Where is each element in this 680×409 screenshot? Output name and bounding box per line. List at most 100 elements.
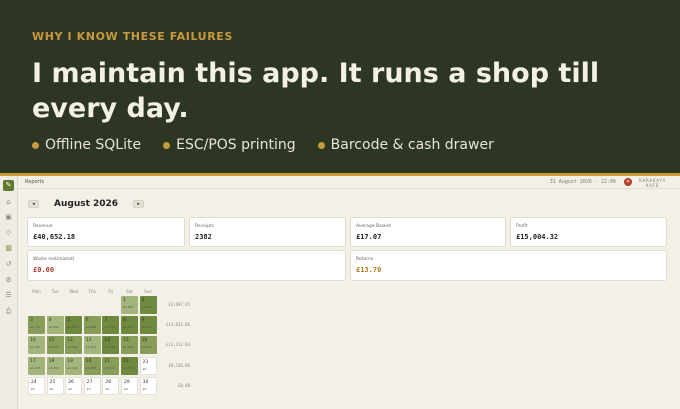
month-navigator: ◂ August 2026 ▸ [28, 199, 145, 209]
calendar-day-cell[interactable]: 1 £1,842 [121, 296, 138, 314]
next-month-button[interactable]: ▸ [133, 200, 145, 208]
tag-icon[interactable]: ◇ [4, 228, 13, 237]
day-sales: £1,244 [67, 365, 78, 370]
feature-label: ESC/POS printing [176, 137, 296, 153]
calendar-day-cell[interactable]: 13 £1,822 [83, 336, 101, 355]
month-label: August 2026 [54, 199, 119, 209]
box-icon[interactable]: ▣ [4, 213, 13, 222]
stat-label: Revenue [33, 224, 53, 229]
bullet-dot-icon [317, 141, 325, 149]
calendar-day-cell[interactable]: 14 £2,388 [102, 336, 120, 355]
day-sales: £2,388 [104, 345, 115, 350]
day-sales: £2,270 [67, 325, 78, 330]
calendar-day-cell[interactable]: 24 £0 [28, 376, 45, 395]
calendar-day-cell[interactable]: 20 £1,618 [83, 356, 101, 375]
stat-card-revenue: Revenue £40,652.18 [27, 217, 185, 247]
stat-card-average-basket: Average Basket £17.07 [350, 217, 506, 247]
sidebar: ✎ ⌂ ▣ ◇ ▥ ↺ ⚙ ☰ ⎙ [0, 176, 18, 409]
day-sales: £1,855 [141, 305, 153, 309]
calendar-day-cell[interactable]: 11 £1,902 [46, 336, 64, 355]
day-sales: £2,431 [123, 325, 134, 330]
home-icon[interactable]: ⌂ [4, 198, 13, 207]
calendar-day-cell[interactable]: 4 £1,620 [46, 316, 64, 335]
day-sales: £0 [31, 386, 35, 391]
printer-icon[interactable]: ⎙ [4, 307, 13, 316]
calendar-day-cell[interactable]: 3 £1,713 [28, 316, 45, 335]
calendar-day-cell[interactable]: 25 £0 [46, 376, 64, 395]
calendar-day-cell[interactable]: 22 £2,302 [121, 356, 138, 375]
day-number: 11 [48, 338, 55, 344]
day-sales: £1,366 [48, 365, 60, 370]
calendar-day-cell[interactable]: 18 £1,366 [46, 356, 64, 375]
stat-value: £15,004.32 [516, 233, 559, 241]
day-number: 4 [48, 318, 52, 324]
calendar-day-cell[interactable]: 27 £0 [83, 376, 101, 395]
day-number: 16 [141, 338, 148, 344]
weekday-header: Sun [144, 289, 152, 294]
calendar-day-cell[interactable]: 28 £0 [102, 376, 120, 395]
day-number: 5 [67, 318, 71, 324]
day-number: 26 [68, 379, 74, 385]
app-logo-icon[interactable]: ✎ [3, 180, 14, 191]
calendar-day-cell[interactable]: 29 £0 [121, 376, 138, 395]
calendar-day-cell[interactable]: 23 £0 [139, 356, 157, 375]
day-number: 1 [123, 298, 126, 303]
feature-label: Barcode & cash drawer [330, 137, 494, 153]
prev-month-button[interactable]: ◂ [28, 200, 39, 208]
calendar-day-cell[interactable]: 15 £1,930 [121, 336, 138, 355]
stat-label: Receipts [195, 224, 215, 229]
reports-chart-icon[interactable]: ▥ [4, 244, 13, 253]
bullet-dot-icon [163, 141, 171, 149]
week-total: £13,412.03 [165, 342, 190, 348]
calendar-day-cell[interactable]: 16 £1,777 [139, 336, 157, 355]
stat-label: Returns [356, 257, 374, 262]
stat-value: 2382 [195, 233, 212, 241]
stat-label: Average Basket [356, 224, 392, 229]
calendar-day-cell[interactable]: 5 £2,270 [65, 316, 83, 335]
calendar-day-cell[interactable]: 17 £1,495 [28, 356, 45, 375]
day-sales: £2,006 [67, 345, 78, 350]
stat-value: £13.70 [356, 266, 382, 274]
weekday-header: Thu [88, 289, 97, 294]
day-number: 24 [31, 379, 37, 385]
stat-value: £0.00 [33, 266, 55, 274]
day-sales: £1,495 [30, 365, 41, 370]
user-avatar[interactable]: ✕ [624, 178, 632, 186]
calendar-day-cell[interactable]: 2 £1,855 [139, 296, 157, 314]
feature-item: ESC/POS printing [163, 137, 296, 153]
eyebrow-label: WHY I KNOW THESE FAILURES [32, 30, 233, 43]
calendar-day-cell[interactable]: 21 £1,511 [102, 356, 120, 375]
feature-list: Offline SQLite ESC/POS printing Barcode … [32, 137, 494, 153]
calendar-day-cell[interactable]: 10 £1,587 [28, 336, 45, 355]
day-number: 10 [30, 338, 36, 344]
calendar-day-cell[interactable]: 9 £2,219 [139, 316, 157, 335]
day-number: 21 [104, 358, 111, 364]
day-number: 12 [67, 338, 73, 344]
week-total: £0.00 [177, 382, 190, 388]
day-number: 27 [86, 379, 93, 385]
day-sales: £1,618 [85, 365, 97, 370]
week-total: £3,697.41 [168, 302, 190, 307]
day-sales: £1,777 [141, 345, 153, 350]
return-icon[interactable]: ↺ [4, 260, 13, 269]
calendar-day-cell[interactable]: 12 £2,006 [65, 336, 83, 355]
stat-label: Profit [516, 224, 528, 229]
brand-logo: KARAKAYA KAFE [639, 178, 666, 188]
calendar-day-cell[interactable]: 30 £0 [139, 376, 157, 395]
settings-gear-icon[interactable]: ⚙ [4, 276, 13, 285]
day-number: 14 [104, 338, 111, 344]
calendar-day-cell[interactable]: 6 £1,688 [83, 316, 101, 335]
calendar-day-cell[interactable]: 7 £2,104 [102, 316, 120, 335]
calendar-day-cell[interactable]: 8 £2,431 [121, 316, 138, 335]
day-number: 18 [48, 358, 55, 364]
app-window: ✎ ⌂ ▣ ◇ ▥ ↺ ⚙ ☰ ⎙ Reports 31 August 2026… [0, 176, 680, 409]
calendar-day-cell[interactable]: 19 £1,244 [65, 356, 83, 375]
day-sales: £2,302 [123, 365, 134, 370]
day-number: 8 [123, 318, 126, 324]
day-number: 23 [142, 359, 149, 365]
day-sales: £1,902 [48, 345, 60, 350]
calendar-day-cell[interactable]: 26 £0 [65, 376, 83, 395]
receipt-icon[interactable]: ☰ [4, 291, 13, 300]
weekday-header: Fri [108, 289, 114, 294]
day-number: 22 [123, 358, 129, 364]
